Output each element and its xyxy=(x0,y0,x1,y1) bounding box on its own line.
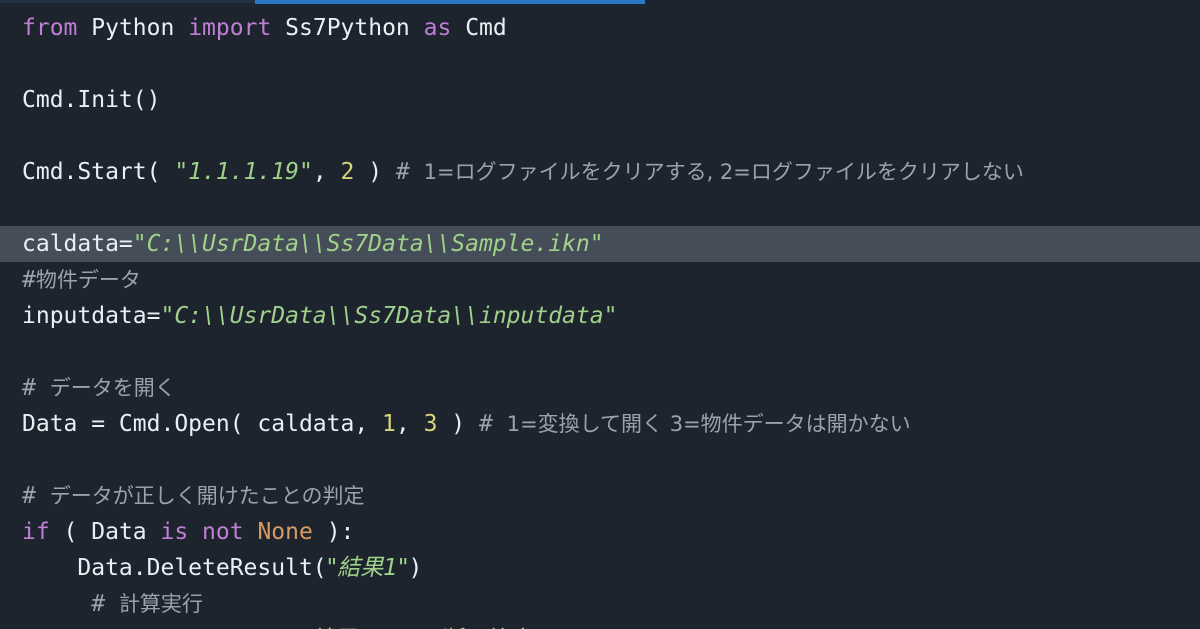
code-token-num: 3 xyxy=(423,411,438,437)
code-token-kw: not xyxy=(202,519,244,545)
code-token-plain: Python xyxy=(91,15,175,41)
code-line[interactable]: Data.DeleteResult("結果1") xyxy=(0,550,1200,586)
code-line[interactable] xyxy=(0,334,1200,370)
code-token-plain: , xyxy=(395,411,424,437)
code-line[interactable] xyxy=(0,46,1200,82)
code-editor-surface[interactable]: from Python import Ss7Python as Cmd Cmd.… xyxy=(0,6,1200,629)
code-line[interactable]: # 計算実行 xyxy=(0,586,1200,622)
code-token-plain: Ss7Python xyxy=(285,15,410,41)
code-token-plain: inputdata= xyxy=(22,303,161,329)
code-line-current[interactable]: caldata="C:\\UsrData\\Ss7Data\\Sample.ik… xyxy=(0,226,1200,262)
code-token-plain: caldata= xyxy=(22,231,133,257)
code-token-plain: Cmd xyxy=(465,15,507,41)
code-lines-container: from Python import Ss7Python as Cmd Cmd.… xyxy=(0,6,1200,629)
code-token-ja-str: "結果1" xyxy=(326,555,409,581)
code-token-cmt-ja: 計算実行 xyxy=(118,592,203,616)
code-token-num: 1 xyxy=(382,411,396,437)
code-token-plain: Data.DeleteResult( xyxy=(22,555,327,581)
code-token-kw: is xyxy=(160,519,189,545)
code-line[interactable]: if ( Data is not None ): xyxy=(0,514,1200,550)
code-token-cmt-ja: 物件データ xyxy=(35,268,141,292)
code-token-kw: import xyxy=(188,15,272,41)
code-token-plain: Cmd.Init() xyxy=(22,87,161,113)
code-line[interactable] xyxy=(0,118,1200,154)
code-token-cmt-ja: 1=ログファイルをクリアする, 2=ログファイルをクリアしない xyxy=(423,160,1024,184)
code-token-cmt: # xyxy=(22,483,50,509)
code-line[interactable] xyxy=(0,442,1200,478)
code-line[interactable]: from Python import Ss7Python as Cmd xyxy=(0,10,1200,46)
tab-inactive-indicator[interactable] xyxy=(0,0,255,3)
code-token-plain: Cmd.Start( xyxy=(22,159,175,185)
code-token-cmt-ja: 1=変換して開く 3=物件データは開かない xyxy=(506,412,911,436)
code-token-kw: if xyxy=(22,519,50,545)
code-token-cmt-ja: データを開く xyxy=(49,376,176,400)
code-line[interactable]: # データが正しく開けたことの判定 xyxy=(0,478,1200,514)
code-token-const: None xyxy=(257,519,313,545)
code-line[interactable]: #物件データ xyxy=(0,262,1200,298)
code-token-cmt: # xyxy=(22,375,50,401)
code-token-cmt-ja: データが正しく開けたことの判定 xyxy=(49,484,365,508)
code-token-plain: ( Data xyxy=(49,519,161,545)
code-token-cmt: # xyxy=(22,267,36,293)
code-line[interactable] xyxy=(0,190,1200,226)
code-token-cmt: # xyxy=(22,591,119,617)
code-token-plain: Data = Cmd.Open( caldata, xyxy=(22,411,383,437)
code-line[interactable]: Cmd.Init() xyxy=(0,82,1200,118)
code-line[interactable]: # データを開く xyxy=(0,370,1200,406)
code-line[interactable]: inputdata="C:\\UsrData\\Ss7Data\\inputda… xyxy=(0,298,1200,334)
code-line[interactable]: Data.Calculate( "結果1", "+断面算定" ) xyxy=(0,622,1200,629)
code-token-plain: ) xyxy=(437,411,479,437)
code-token-cmt: # xyxy=(395,159,424,185)
code-token-plain: ) xyxy=(354,159,396,185)
code-token-kw: as xyxy=(423,15,452,41)
code-line[interactable]: Data = Cmd.Open( caldata, 1, 3 ) # 1=変換し… xyxy=(0,406,1200,442)
code-token-plain: , xyxy=(312,159,341,185)
code-token-plain: ) xyxy=(408,555,423,581)
code-line[interactable]: Cmd.Start( "1.1.1.19", 2 ) # 1=ログファイルをクリ… xyxy=(0,154,1200,190)
code-token-str: "1.1.1.19" xyxy=(174,159,313,185)
tab-active-indicator[interactable] xyxy=(255,0,645,4)
code-token-kw: from xyxy=(22,15,78,41)
code-token-str: "C:\\UsrData\\Ss7Data\\Sample.ikn" xyxy=(132,231,604,257)
code-token-plain: ): xyxy=(312,519,355,545)
code-token-num: 2 xyxy=(340,159,355,185)
code-token-cmt: # xyxy=(479,411,507,437)
code-token-str: "C:\\UsrData\\Ss7Data\\inputdata" xyxy=(160,303,618,329)
